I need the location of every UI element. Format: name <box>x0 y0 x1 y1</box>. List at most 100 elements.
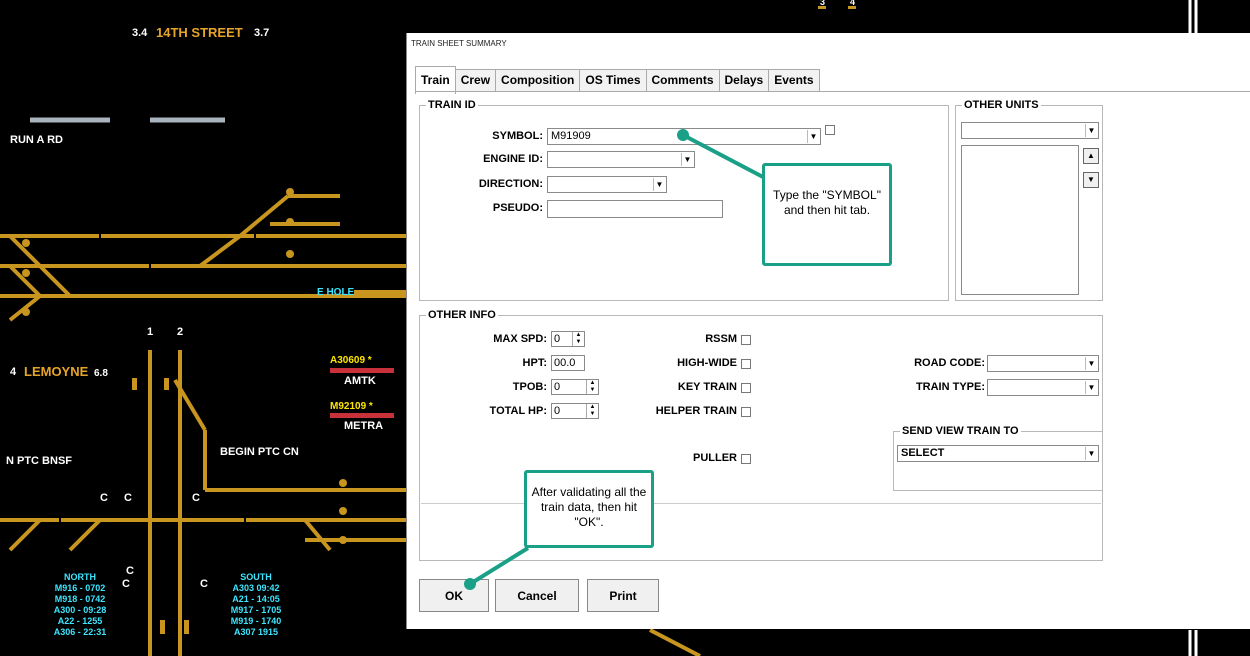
tab-composition[interactable]: Composition <box>495 69 581 91</box>
hpt-label: HPT: <box>522 357 547 369</box>
chevron-down-icon[interactable]: ▼ <box>1085 381 1097 394</box>
track-label-c: C <box>124 492 132 504</box>
engine-id-combo[interactable]: ▼ <box>547 151 695 168</box>
track-number-2: 2 <box>177 326 184 338</box>
send-view-value: SELECT <box>901 447 945 459</box>
ok-button[interactable]: OK <box>419 579 489 612</box>
tpob-label: TPOB: <box>512 381 547 393</box>
chevron-down-icon[interactable]: ▼ <box>1085 447 1097 460</box>
high-wide-label: HIGH-WIDE <box>677 357 737 369</box>
tpob-input[interactable]: 0 ▲ ▼ <box>551 379 599 395</box>
direction-combo[interactable]: ▼ <box>547 176 667 193</box>
dialog-title: TRAIN SHEET SUMMARY <box>411 39 507 48</box>
track-label-c: C <box>126 565 134 577</box>
engine-id-label: ENGINE ID: <box>483 153 543 165</box>
send-view-combo[interactable]: SELECT ▼ <box>897 445 1099 462</box>
schedule-entry: M916 - 0702 <box>54 583 106 593</box>
puller-label: PULLER <box>693 452 737 464</box>
south-title: SOUTH <box>240 572 272 582</box>
max-spd-input[interactable]: 0 ▲ ▼ <box>551 331 585 347</box>
tab-os-times[interactable]: OS Times <box>579 69 647 91</box>
schedule-entry: A21 - 14:05 <box>232 594 280 604</box>
track-label-c: C <box>122 578 130 590</box>
send-view-legend: SEND VIEW TRAIN TO <box>902 425 1019 437</box>
train-id-legend: TRAIN ID <box>428 99 476 111</box>
schedule-entry: A307 1915 <box>233 627 279 637</box>
tab-comments[interactable]: Comments <box>645 69 720 91</box>
tab-train[interactable]: Train <box>415 66 456 94</box>
track-label: 4 <box>850 0 856 7</box>
rssm-checkbox[interactable] <box>741 335 751 345</box>
symbol-checkbox[interactable] <box>825 125 835 135</box>
move-up-icon[interactable]: ▲ <box>1083 148 1099 164</box>
rssm-label: RSSM <box>705 333 737 345</box>
tab-events[interactable]: Events <box>768 69 820 91</box>
tab-bar: Train Crew Composition OS Times Comments… <box>415 66 820 94</box>
hpt-input[interactable]: 00.0 <box>551 355 585 371</box>
other-units-legend: OTHER UNITS <box>964 99 1039 111</box>
chevron-down-icon[interactable]: ▼ <box>1085 357 1097 370</box>
tab-crew[interactable]: Crew <box>454 69 497 91</box>
track-label-c: C <box>100 492 108 504</box>
road-code-combo[interactable]: ▼ <box>987 355 1099 372</box>
schedule-entry: A22 - 1255 <box>57 616 103 626</box>
track-label: 6.8 <box>94 368 108 379</box>
high-wide-checkbox[interactable] <box>741 359 751 369</box>
train-type-label: TRAIN TYPE: <box>915 381 985 393</box>
train-railroad-amtk: AMTK <box>344 375 376 387</box>
chevron-down-icon[interactable]: ▼ <box>1085 124 1097 137</box>
other-units-combo[interactable]: ▼ <box>961 122 1099 139</box>
train-type-combo[interactable]: ▼ <box>987 379 1099 396</box>
tab-divider <box>415 91 1250 92</box>
location-ptc-bnsf: N PTC BNSF <box>6 455 72 467</box>
train-occupancy-bar <box>330 413 394 418</box>
station-14th-street: 14TH STREET <box>156 25 243 40</box>
max-spd-label: MAX SPD: <box>493 333 547 345</box>
schedule-entry: A306 - 22:31 <box>53 627 107 637</box>
location-begin-ptc-cn: BEGIN PTC CN <box>220 446 299 458</box>
train-tag-m92109[interactable]: M92109 * <box>330 401 373 412</box>
chevron-down-icon[interactable]: ▼ <box>681 153 693 166</box>
move-down-icon[interactable]: ▼ <box>1083 172 1099 188</box>
total-hp-value: 0 <box>554 405 561 417</box>
schedule-entry: M918 - 0742 <box>54 594 106 604</box>
symbol-value: M91909 <box>551 130 591 142</box>
pseudo-label: PSEUDO: <box>492 202 543 214</box>
total-hp-input[interactable]: 0 ▲ ▼ <box>551 403 599 419</box>
helper-train-label: HELPER TRAIN <box>655 405 737 417</box>
cancel-button[interactable]: Cancel <box>495 579 579 612</box>
spinner-arrows-icon[interactable]: ▲ ▼ <box>586 404 598 418</box>
other-info-legend: OTHER INFO <box>428 309 496 321</box>
north-schedule: NORTH M916 - 0702 M918 - 0742 A300 - 09:… <box>50 572 110 638</box>
symbol-label: SYMBOL: <box>492 130 543 142</box>
other-units-list[interactable] <box>961 145 1079 295</box>
chevron-down-icon[interactable]: ▼ <box>653 178 665 191</box>
track-label-c: C <box>200 578 208 590</box>
tab-delays[interactable]: Delays <box>718 69 770 91</box>
lower-panel <box>421 503 1101 556</box>
spinner-arrows-icon[interactable]: ▲ ▼ <box>572 332 584 346</box>
north-title: NORTH <box>64 572 96 582</box>
key-train-checkbox[interactable] <box>741 383 751 393</box>
track-label: 3.7 <box>254 27 270 39</box>
tpob-value: 0 <box>554 381 561 393</box>
total-hp-label: TOTAL HP: <box>489 405 547 417</box>
train-occupancy-bar <box>330 368 394 373</box>
location-e-hole: E HOLE <box>317 287 355 298</box>
ok-callout: After validating all the train data, the… <box>524 470 654 548</box>
schedule-entry: M919 - 1740 <box>230 616 282 626</box>
track-label-c: C <box>192 492 200 504</box>
spinner-arrows-icon[interactable]: ▲ ▼ <box>586 380 598 394</box>
chevron-down-icon[interactable]: ▼ <box>807 130 819 143</box>
schedule-entry: M917 - 1705 <box>230 605 282 615</box>
pseudo-input[interactable] <box>547 200 723 218</box>
print-button[interactable]: Print <box>587 579 659 612</box>
schedule-entry: A300 - 09:28 <box>53 605 107 615</box>
helper-train-checkbox[interactable] <box>741 407 751 417</box>
south-schedule: SOUTH A303 09:42 A21 - 14:05 M917 - 1705… <box>226 572 286 638</box>
symbol-callout: Type the "SYMBOL" and then hit tab. <box>762 163 892 266</box>
puller-checkbox[interactable] <box>741 454 751 464</box>
max-spd-value: 0 <box>554 333 561 345</box>
train-tag-a30609[interactable]: A30609 * <box>330 355 372 366</box>
symbol-combo[interactable]: M91909 ▼ <box>547 128 821 145</box>
